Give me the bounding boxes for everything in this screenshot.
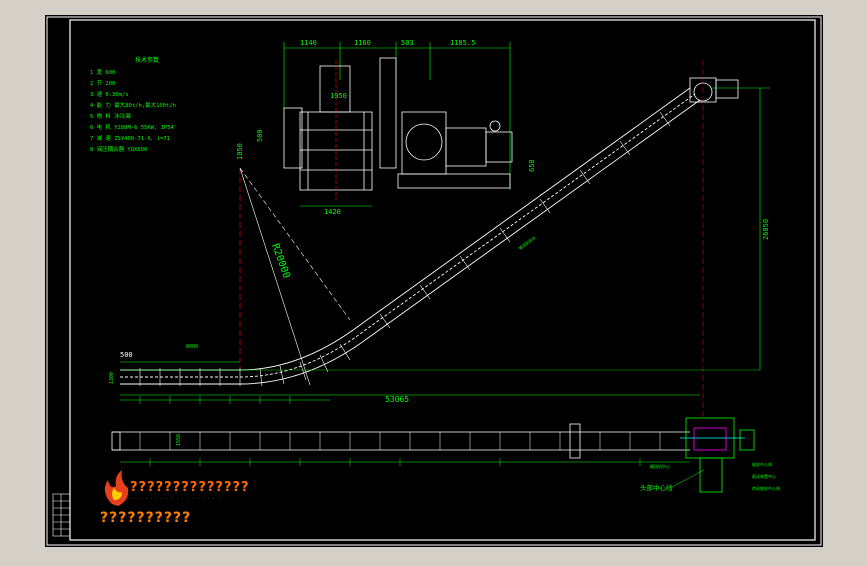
dim-1950: 1950 — [330, 92, 347, 100]
dim-1185: 1185.5 — [450, 39, 475, 47]
company-name: ?????????? — [100, 510, 192, 526]
spec-line: 7 减 速 ZSY400-71-Ⅱ, i=71 — [90, 134, 170, 142]
logo-subtext: · · · · · · · · · · · · · · · · · · — [130, 496, 221, 502]
dim-1420: 1420 — [324, 208, 341, 216]
dim-1050: 1050 — [236, 143, 244, 160]
spec-line: 4 能 力 最大80t/h,最大100t/h — [90, 101, 176, 109]
label-center: 头部中心线 — [640, 483, 673, 492]
dim-1550: 1550 — [176, 434, 182, 446]
cad-viewport[interactable]: 技术参数 1 宽 600 2 节 200 3 速 0.30m/s 4 能 力 最… — [0, 0, 867, 562]
cad-drawing: 技术参数 1 宽 600 2 节 200 3 速 0.30m/s 4 能 力 最… — [45, 15, 823, 547]
logo-text: ?????????????? — [130, 480, 250, 495]
dim-1140: 1140 — [300, 39, 317, 47]
dim-26850: 26850 — [762, 219, 770, 240]
dim-53065: 53065 — [385, 395, 409, 404]
spec-line: 6 电 机 Y280M-6 55KW, IP54 — [90, 123, 175, 131]
spec-title: 技术参数 — [135, 56, 159, 64]
dim-1300: 1300 — [109, 372, 115, 384]
dim-500-bottom: 500 — [120, 351, 133, 359]
dim-1160: 1160 — [354, 39, 371, 47]
label-side-1: 输送机中心 — [650, 463, 670, 469]
spec-line: 1 宽 600 — [90, 68, 115, 76]
label-side-3: 驱动装置中心 — [752, 473, 776, 479]
dim-503: 503 — [401, 39, 414, 47]
label-side-4: 传动链轮中心线 — [752, 485, 780, 491]
spec-line: 2 节 200 — [90, 79, 115, 87]
spec-line: 5 物 料 冰冷凝 — [90, 112, 131, 120]
spec-line: 3 速 0.30m/s — [90, 91, 129, 98]
spec-line: 8 液压耦合器 YOX600 — [90, 145, 147, 153]
dim-8000: 8000 — [186, 344, 198, 350]
dim-658: 658 — [528, 159, 536, 172]
label-side-2: 尾部中心线 — [752, 461, 772, 467]
dim-500: 500 — [256, 129, 264, 142]
